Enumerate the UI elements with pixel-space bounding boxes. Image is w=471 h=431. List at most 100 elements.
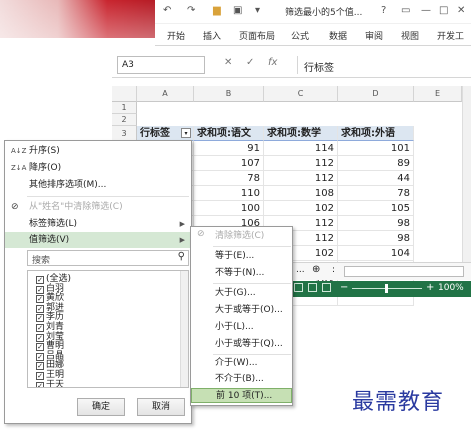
name-box[interactable]: A3 xyxy=(117,56,205,74)
menu-more-sort-options[interactable]: 其他排序选项(M)... xyxy=(5,177,191,193)
ribbon-display-icon[interactable]: ▭ xyxy=(401,5,410,16)
search-input[interactable]: 搜索 ⚲ xyxy=(27,250,189,266)
splitter-handle[interactable]: : xyxy=(332,265,335,275)
value-filter-submenu: ⊘ 清除筛选(C) 等于(E)... 不等于(N)... 大于(G)... 大于… xyxy=(190,226,293,406)
help-icon[interactable]: ? xyxy=(381,5,386,16)
value-cell[interactable]: 105 xyxy=(338,201,414,216)
value-cell[interactable]: 101 xyxy=(338,141,414,156)
pivot-header[interactable]: 求和项:语文 xyxy=(194,126,264,141)
close-icon[interactable]: ✕ xyxy=(457,5,465,16)
tab-page-layout[interactable]: 页面布局 xyxy=(239,29,275,42)
filter-dropdown-icon[interactable]: ▾ xyxy=(181,128,191,138)
submenu-not-equals[interactable]: 不等于(N)... xyxy=(191,266,292,281)
value-cell[interactable]: 104 xyxy=(338,246,414,261)
tab-home[interactable]: 开始 xyxy=(167,29,185,42)
row-header[interactable]: 1 xyxy=(112,102,137,114)
menu-clear-filter: ⊘ 从"姓名"中清除筛选(C) xyxy=(5,199,191,215)
column-header[interactable]: A xyxy=(137,86,194,102)
page-layout-view-icon[interactable] xyxy=(308,283,317,292)
value-cell[interactable]: 110 xyxy=(194,186,264,201)
menu-value-filter[interactable]: 值筛选(V) ▶ xyxy=(5,232,191,248)
tab-developer[interactable]: 开发工 xyxy=(437,29,464,42)
submenu-separator xyxy=(213,283,291,284)
zoom-out-icon[interactable]: − xyxy=(340,282,348,293)
maximize-icon[interactable]: □ xyxy=(439,5,448,16)
filter-context-menu: A↓Z 升序(S) Z↓A 降序(O) 其他排序选项(M)... ⊘ 从"姓名"… xyxy=(4,140,192,424)
list-scrollbar[interactable] xyxy=(180,271,188,387)
undo-icon[interactable]: ↶ xyxy=(163,5,171,16)
menu-sort-descending[interactable]: Z↓A 降序(O) xyxy=(5,160,191,176)
zoom-in-icon[interactable]: + xyxy=(426,282,434,293)
pivot-row-label-header[interactable]: 行标签 ▾ xyxy=(137,126,194,141)
value-cell[interactable]: 91 xyxy=(194,141,264,156)
add-sheet-icon[interactable]: ⊕ xyxy=(312,264,320,275)
folder-icon[interactable]: ▆ xyxy=(213,5,221,16)
tab-view[interactable]: 视图 xyxy=(401,29,419,42)
tab-data[interactable]: 数据 xyxy=(329,29,347,42)
horizontal-scrollbar[interactable] xyxy=(344,266,464,277)
value-cell[interactable]: 102 xyxy=(264,201,338,216)
tab-review[interactable]: 审阅 xyxy=(365,29,383,42)
column-header[interactable]: D xyxy=(338,86,414,102)
normal-view-icon[interactable] xyxy=(294,283,303,292)
column-header[interactable]: E xyxy=(414,86,462,102)
value-cell[interactable]: 112 xyxy=(264,171,338,186)
value-cell[interactable]: 98 xyxy=(338,231,414,246)
row-header[interactable]: 2 xyxy=(112,114,137,126)
menu-sort-ascending[interactable]: A↓Z 升序(S) xyxy=(5,143,191,159)
value-cell[interactable]: 98 xyxy=(338,216,414,231)
submenu-between[interactable]: 介于(W)... xyxy=(191,356,292,371)
pivot-header[interactable]: 求和项:外语 xyxy=(338,126,414,141)
menu-label: 降序(O) xyxy=(29,163,62,173)
tab-formulas[interactable]: 公式 xyxy=(291,29,309,42)
ok-button[interactable]: 确定 xyxy=(77,398,125,416)
formula-input[interactable]: 行标签 xyxy=(297,56,465,74)
confirm-entry-icon[interactable]: ✓ xyxy=(246,57,254,68)
row-header[interactable]: 3 xyxy=(112,126,137,141)
filter-list-item[interactable]: ✓ 于天 xyxy=(36,379,64,387)
sheet-overflow[interactable]: ... xyxy=(296,265,305,275)
menu-label: 标签筛选(L) xyxy=(29,219,78,229)
value-cell[interactable]: 108 xyxy=(264,186,338,201)
value-cell[interactable]: 78 xyxy=(338,186,414,201)
cancel-button[interactable]: 取消 xyxy=(137,398,185,416)
save-icon[interactable]: ▣ xyxy=(233,5,242,16)
sort-descending-icon: Z↓A xyxy=(11,164,27,172)
value-cell[interactable]: 100 xyxy=(194,201,264,216)
menu-label-filter[interactable]: 标签筛选(L) ▶ xyxy=(5,216,191,232)
column-header[interactable]: B xyxy=(194,86,264,102)
value-cell[interactable]: 112 xyxy=(264,156,338,171)
value-cell[interactable]: 107 xyxy=(194,156,264,171)
status-bar: − + 100% xyxy=(290,281,471,297)
pivot-header[interactable]: 求和项:数学 xyxy=(264,126,338,141)
customize-icon[interactable]: ▾ xyxy=(255,5,260,16)
page-break-view-icon[interactable] xyxy=(322,283,331,292)
submenu-greater-than[interactable]: 大于(G)... xyxy=(191,286,292,301)
submenu-not-between[interactable]: 不介于(B)... xyxy=(191,372,292,387)
value-cell[interactable]: 89 xyxy=(338,156,414,171)
cancel-entry-icon[interactable]: ✕ xyxy=(224,57,232,68)
value-cell[interactable]: 44 xyxy=(338,171,414,186)
tab-insert[interactable]: 插入 xyxy=(203,29,221,42)
checkbox-checked-icon[interactable]: ✓ xyxy=(36,381,44,387)
value-cell[interactable]: 114 xyxy=(264,141,338,156)
submenu-equals[interactable]: 等于(E)... xyxy=(191,249,292,264)
window-title: 筛选最小的5个值... xyxy=(285,8,363,18)
submenu-top-10[interactable]: 前 10 项(T)... xyxy=(191,388,292,403)
zoom-slider-thumb[interactable] xyxy=(385,284,388,293)
vertical-scrollbar[interactable] xyxy=(462,86,471,266)
column-header[interactable]: C xyxy=(264,86,338,102)
insert-function-icon[interactable]: fx xyxy=(268,57,277,68)
redo-icon[interactable]: ↷ xyxy=(187,5,195,16)
submenu-arrow-icon: ▶ xyxy=(179,220,185,228)
submenu-less-or-equal[interactable]: 小于或等于(Q)... xyxy=(191,337,292,352)
submenu-less-than[interactable]: 小于(L)... xyxy=(191,320,292,335)
minimize-icon[interactable]: — xyxy=(421,5,431,16)
submenu-arrow-icon: ▶ xyxy=(179,236,185,244)
submenu-greater-or-equal[interactable]: 大于或等于(O)... xyxy=(191,303,292,318)
zoom-level[interactable]: 100% xyxy=(438,283,464,293)
submenu-clear-filter: 清除筛选(C) xyxy=(215,231,265,241)
filter-checkbox-list: ✓ (全选) ✓ 白羽 ✓ 黄欣 ✓ 郭进 ✓ 李历 ✓ 刘青 ✓ 刘莹 ✓ 曹明 ✓ 吕晶 ✓ 田娜 ✓ 王明 ✓ 于天 xyxy=(27,270,189,388)
select-all-corner[interactable] xyxy=(112,86,137,102)
value-cell[interactable]: 78 xyxy=(194,171,264,186)
